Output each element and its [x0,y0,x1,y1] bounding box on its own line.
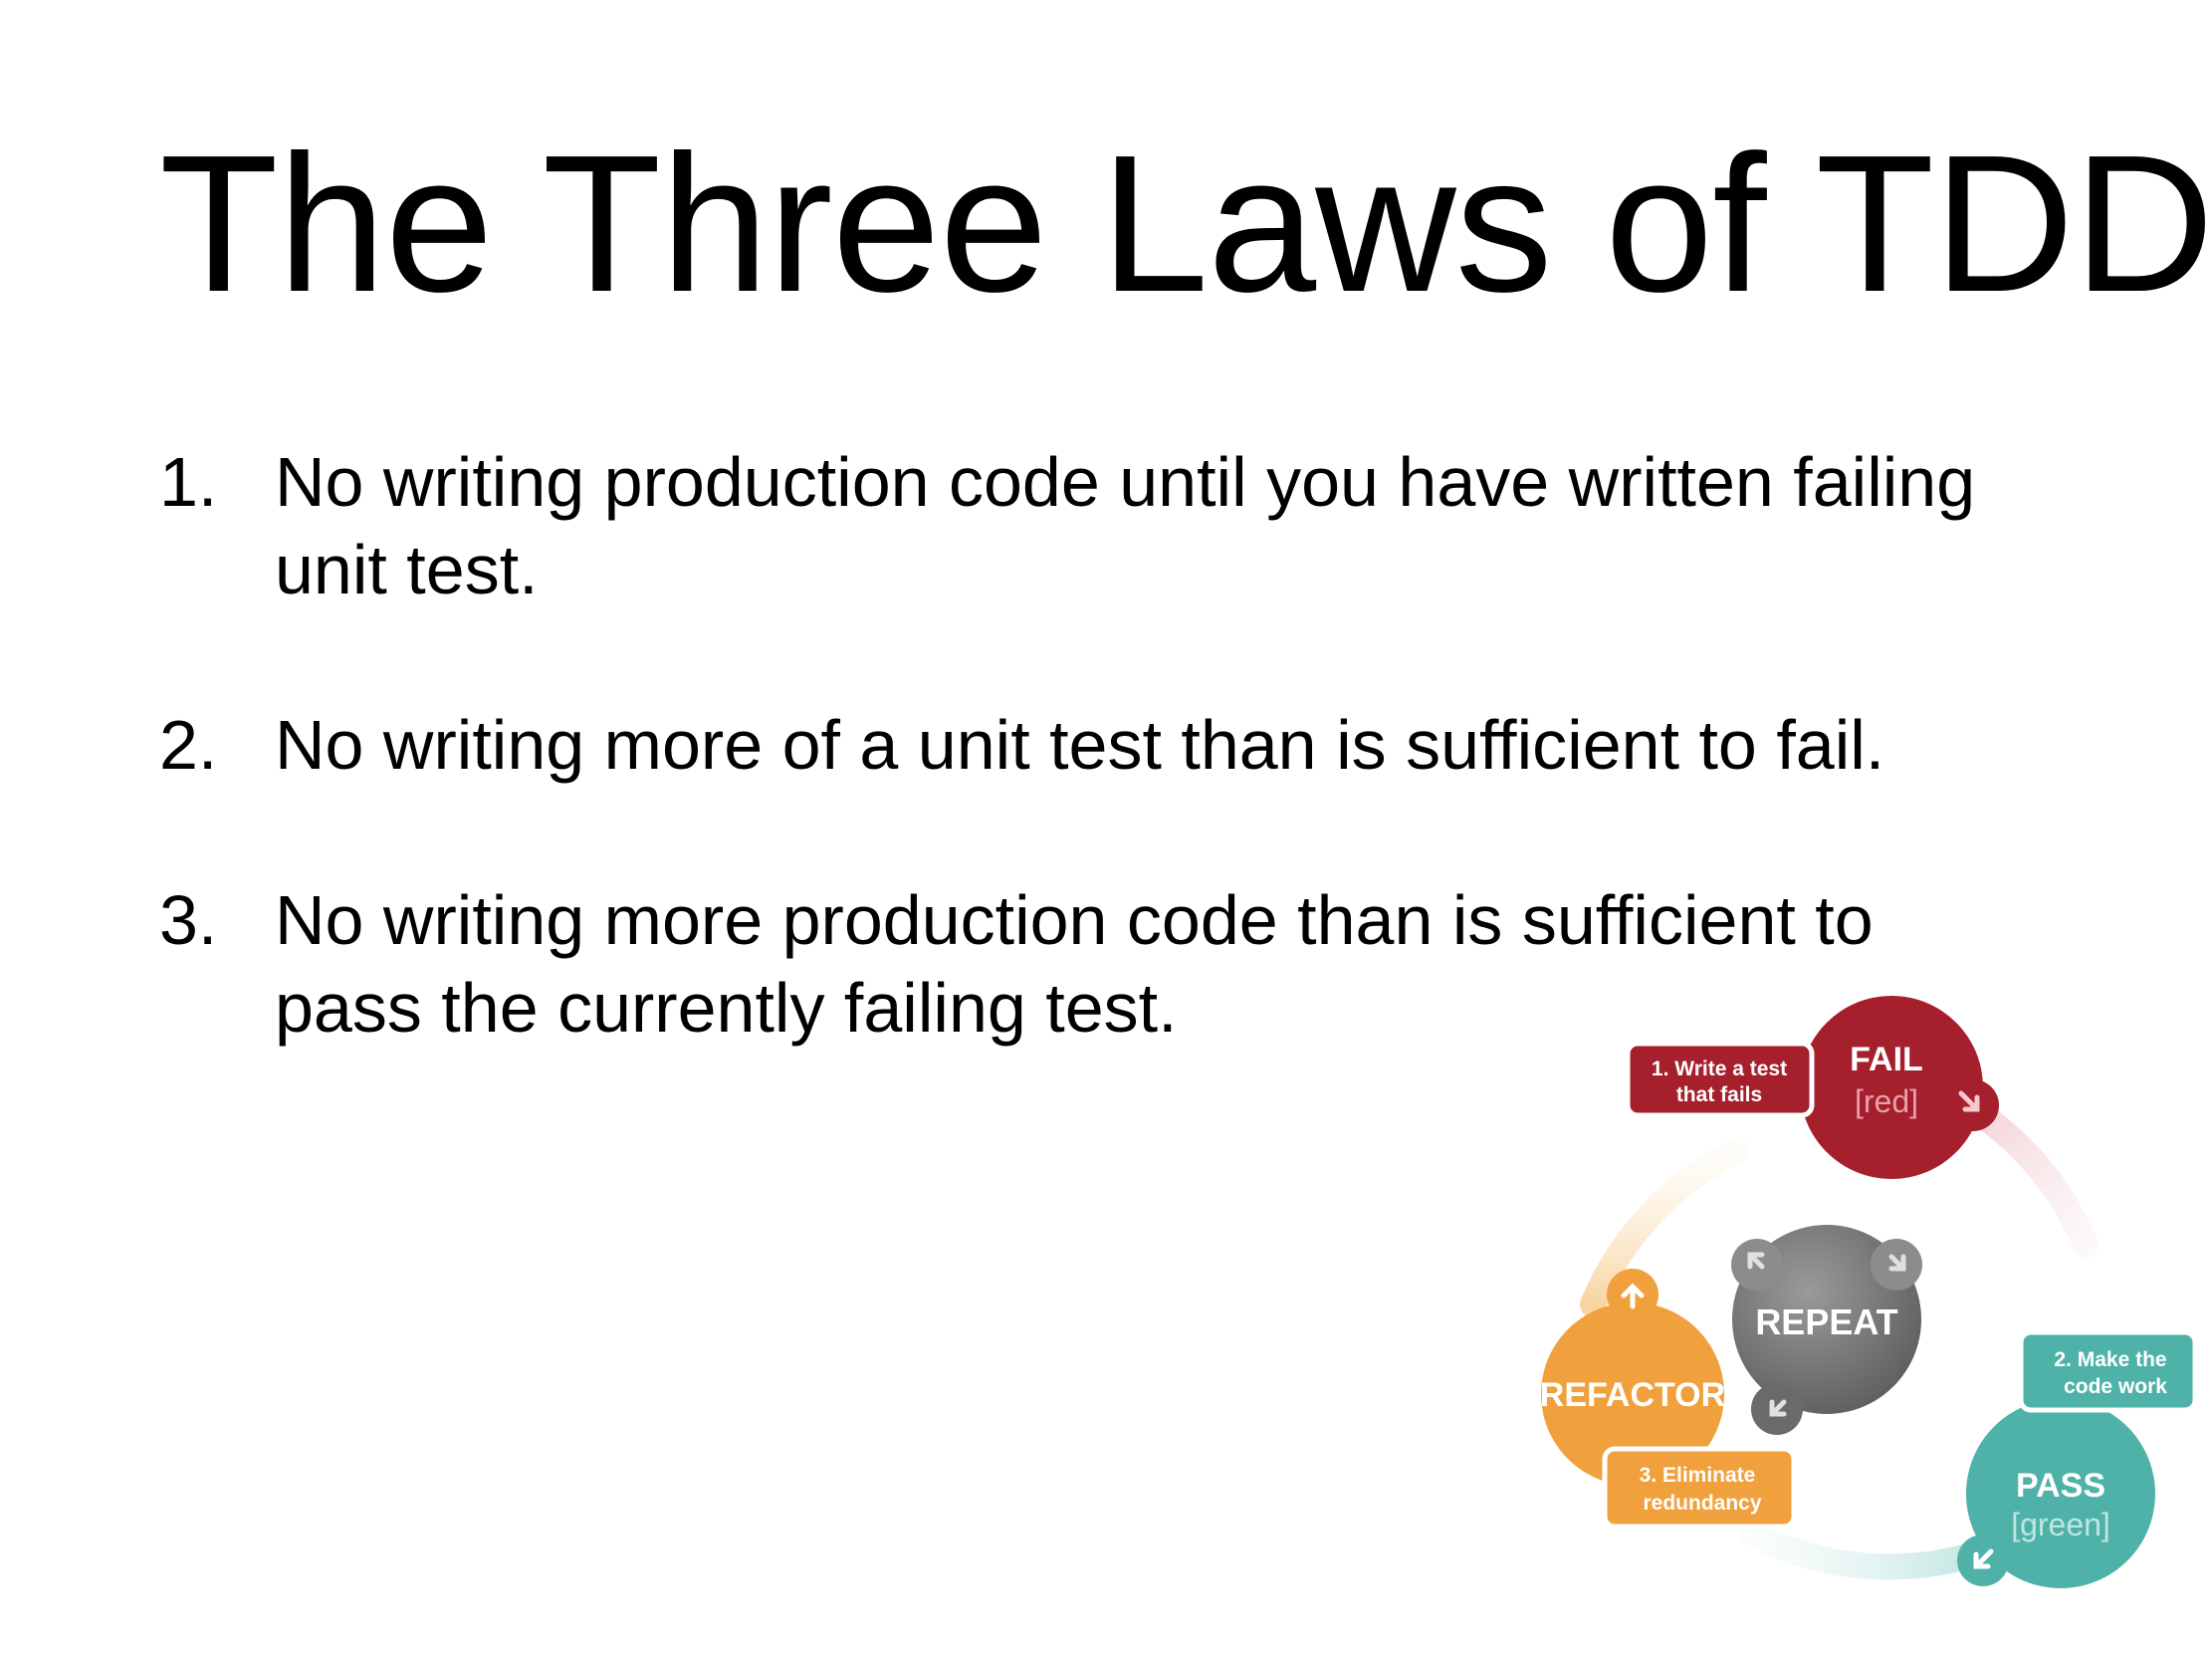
law-item-1: 1. No writing production code until you … [159,438,2051,613]
step-2-line1: 2. Make the [2054,1348,2166,1371]
step-2-callout: 2. Make the code work [2018,1329,2198,1413]
law-text: No writing more of a unit test than is s… [275,706,1885,784]
pass-sublabel: [green] [2011,1507,2110,1542]
pass-node: PASS [green] [1957,1399,2155,1588]
step-3-line2: redundancy [1643,1492,1761,1515]
repeat-label: REPEAT [1755,1301,1897,1342]
pass-label: PASS [2016,1467,2105,1505]
step-3-line1: 3. Eliminate [1640,1464,1756,1487]
slide-title: The Three Laws of TDD [159,115,2212,333]
tdd-cycle-svg: FAIL [red] 1. Write a test that fails RE… [1540,996,2198,1588]
step-1-line1: 1. Write a test [1652,1058,1787,1080]
fail-node: FAIL [red] [1800,996,1999,1179]
step-1-line2: that fails [1676,1083,1762,1106]
fail-label: FAIL [1850,1041,1923,1078]
repeat-node: REPEAT [1731,1225,1922,1435]
tdd-cycle-diagram: FAIL [red] 1. Write a test that fails RE… [1523,976,2200,1613]
law-item-2: 2. No writing more of a unit test than i… [159,701,2051,789]
step-1-callout: 1. Write a test that fails [1625,1041,1815,1118]
law-number: 1. [159,443,218,521]
fail-sublabel: [red] [1855,1083,1918,1119]
slide: The Three Laws of TDD 1. No writing prod… [0,0,2212,1655]
law-number: 2. [159,706,218,784]
law-text: No writing production code until you hav… [275,443,1976,608]
step-2-line2: code work [2064,1375,2167,1398]
law-number: 3. [159,881,218,959]
step-3-callout: 3. Eliminate redundancy [1602,1446,1797,1530]
refactor-label: REFACTOR [1540,1376,1725,1414]
